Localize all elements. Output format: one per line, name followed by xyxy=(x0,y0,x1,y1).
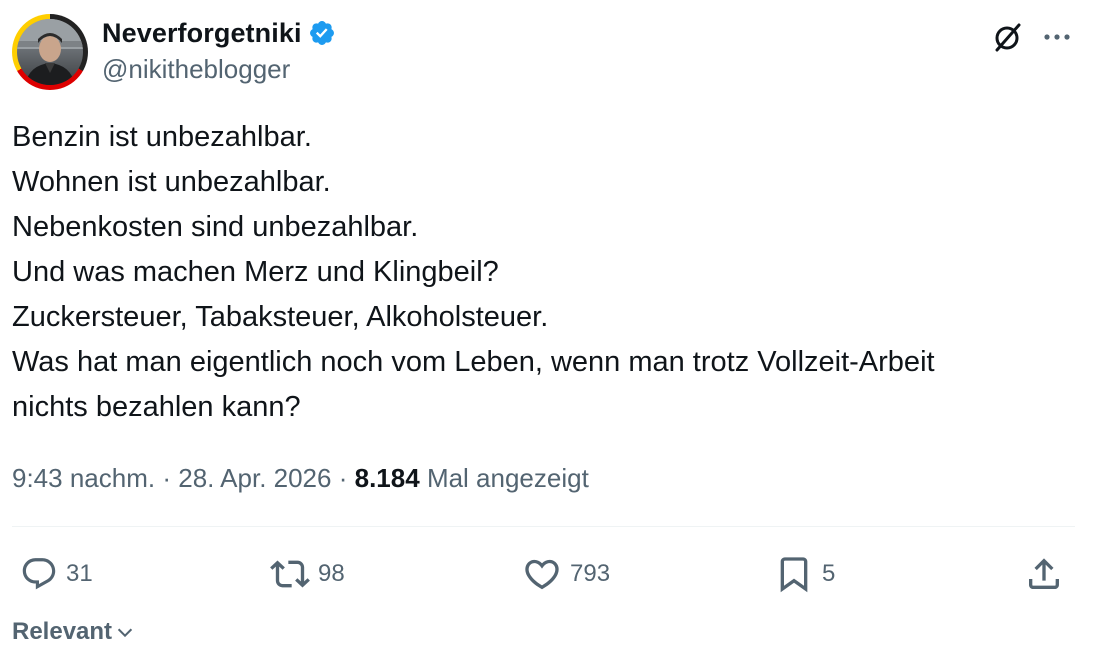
avatar[interactable] xyxy=(12,14,88,90)
chevron-down-icon xyxy=(117,628,133,638)
reply-count: 31 xyxy=(66,560,93,587)
author-block: Neverforgetniki @nikitheblogger xyxy=(102,16,336,85)
meta-separator: · xyxy=(162,463,171,493)
heart-icon xyxy=(525,559,559,590)
tweet-text-line: Nebenkosten sind unbezahlbar. xyxy=(12,211,419,243)
sort-label: Relevant xyxy=(12,618,113,645)
tweet-text-line: Zuckersteuer, Tabaksteuer, Alkoholsteuer… xyxy=(12,301,549,333)
repost-count: 98 xyxy=(318,560,345,587)
reply-icon xyxy=(22,558,56,590)
repost-icon xyxy=(270,560,310,588)
repost-button[interactable]: 98 xyxy=(270,548,345,600)
verified-badge-icon xyxy=(308,19,336,47)
share-button[interactable] xyxy=(1024,548,1064,600)
display-name-row: Neverforgetniki xyxy=(102,16,336,50)
tweet-text-line: Wohnen ist unbezahlbar. xyxy=(12,166,331,198)
action-bar: 31 98 793 5 xyxy=(12,548,1082,600)
bookmark-button[interactable]: 5 xyxy=(774,548,835,600)
tweet-time: 9:43 nachm. xyxy=(12,463,156,493)
bookmark-count: 5 xyxy=(822,560,836,587)
tweet-text-line: nichts bezahlen kann? xyxy=(12,391,301,423)
grok-icon[interactable] xyxy=(992,22,1022,52)
tweet-text-line: Was hat man eigentlich noch vom Leben, w… xyxy=(12,346,935,378)
divider xyxy=(12,526,1075,527)
like-button[interactable]: 793 xyxy=(522,548,610,600)
tweet-timestamp-link[interactable]: 9:43 nachm. · 28. Apr. 2026 xyxy=(12,463,331,493)
tweet-meta: 9:43 nachm. · 28. Apr. 2026 · 8.184 Mal … xyxy=(12,463,589,494)
tweet-header: Neverforgetniki @nikitheblogger xyxy=(12,14,1082,92)
tweet-date: 28. Apr. 2026 xyxy=(178,463,332,493)
share-icon xyxy=(1029,558,1059,589)
tweet-text: Benzin ist unbezahlbar. Wohnen ist unbez… xyxy=(12,115,1082,430)
meta-separator: · xyxy=(338,463,348,493)
avatar-photo xyxy=(17,19,83,85)
views-label: Mal angezeigt xyxy=(426,463,589,493)
author-handle[interactable]: @nikitheblogger xyxy=(102,54,336,85)
more-icon[interactable] xyxy=(1042,24,1072,50)
reply-button[interactable]: 31 xyxy=(20,548,93,600)
tweet-text-line: Und was machen Merz und Klingbeil? xyxy=(12,256,499,288)
bookmark-icon xyxy=(780,557,808,593)
tweet-text-line: Benzin ist unbezahlbar. xyxy=(12,121,312,153)
sort-replies-dropdown[interactable]: Relevant xyxy=(12,618,136,646)
views-count[interactable]: 8.184 xyxy=(355,463,420,493)
author-display-name[interactable]: Neverforgetniki xyxy=(102,18,302,49)
like-count: 793 xyxy=(570,560,611,587)
